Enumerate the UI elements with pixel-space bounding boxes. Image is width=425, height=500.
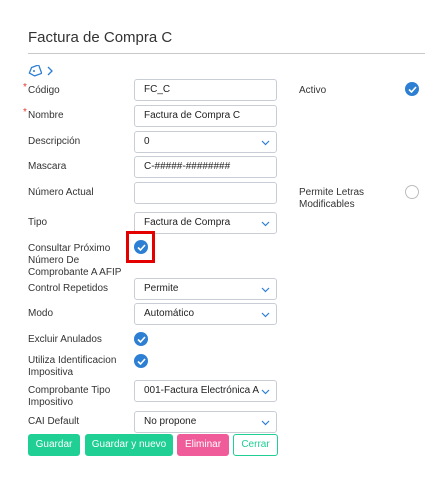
comprobante-tipo-value: 001-Factura Electrónica A (144, 385, 260, 396)
modo-select[interactable]: Automático (134, 303, 277, 325)
excluir-anulados-checkbox[interactable] (134, 332, 148, 346)
control-repetidos-select[interactable]: Permite (134, 278, 277, 300)
close-button[interactable]: Cerrar (233, 434, 278, 456)
tag-toolbar (28, 64, 54, 78)
required-asterisk: * (23, 107, 27, 118)
required-asterisk: * (23, 82, 27, 93)
excluir-anulados-label: Excluir Anulados (28, 334, 102, 345)
checkmark-icon (136, 243, 146, 251)
save-and-new-button[interactable]: Guardar y nuevo (85, 434, 173, 456)
tipo-label: Tipo (28, 217, 48, 228)
checkmark-icon (136, 357, 146, 365)
activo-label: Activo (299, 85, 327, 96)
consultar-afip-checkbox[interactable] (134, 240, 148, 254)
page-title: Factura de Compra C (28, 29, 173, 46)
nombre-label: * Nombre (23, 107, 64, 121)
control-repetidos-value: Permite (144, 283, 179, 294)
mascara-label: Mascara (28, 161, 67, 172)
chevron-down-icon (261, 420, 270, 426)
numero-actual-input[interactable] (134, 182, 277, 204)
control-repetidos-label: Control Repetidos (28, 283, 109, 294)
tipo-select[interactable]: Factura de Compra (134, 212, 277, 234)
numero-actual-label: Número Actual (28, 187, 94, 198)
comprobante-tipo-select[interactable]: 001-Factura Electrónica A (134, 380, 277, 402)
checkmark-icon (136, 335, 146, 343)
save-button[interactable]: Guardar (28, 434, 80, 456)
chevron-down-icon (261, 221, 270, 227)
chevron-down-icon (261, 140, 270, 146)
consultar-afip-label: Consultar Próximo Número De Comprobante … (28, 243, 122, 278)
mascara-input[interactable]: C-#####-######## (134, 156, 277, 178)
cai-default-value: No propone (144, 416, 197, 427)
descripcion-select[interactable]: 0 (134, 131, 277, 153)
checkmark-icon (407, 85, 417, 93)
delete-button[interactable]: Eliminar (177, 434, 229, 456)
cai-default-select[interactable]: No propone (134, 411, 277, 433)
chevron-down-icon (261, 312, 270, 318)
codigo-label: * Código (23, 82, 60, 96)
permite-letras-label: Permite Letras Modificables (299, 187, 365, 210)
cai-default-label: CAI Default (28, 416, 80, 427)
activo-checkbox[interactable] (405, 82, 419, 96)
nombre-input[interactable]: Factura de Compra C (134, 105, 277, 127)
tag-icon[interactable] (28, 65, 42, 77)
comprobante-tipo-label: Comprobante Tipo Impositivo (28, 385, 111, 408)
chevron-right-icon[interactable] (46, 65, 54, 77)
title-divider (28, 53, 425, 54)
identificacion-impositiva-label: Utiliza Identificacion Impositiva (28, 355, 117, 378)
descripcion-label: Descripción (28, 136, 81, 147)
tipo-value: Factura de Compra (144, 217, 231, 228)
permite-letras-checkbox[interactable] (405, 185, 419, 199)
chevron-down-icon (261, 287, 270, 293)
chevron-down-icon (261, 389, 270, 395)
codigo-input[interactable]: FC_C (134, 79, 277, 101)
modo-value: Automático (144, 308, 195, 319)
descripcion-value: 0 (144, 136, 150, 147)
identificacion-impositiva-checkbox[interactable] (134, 354, 148, 368)
modo-label: Modo (28, 308, 54, 319)
